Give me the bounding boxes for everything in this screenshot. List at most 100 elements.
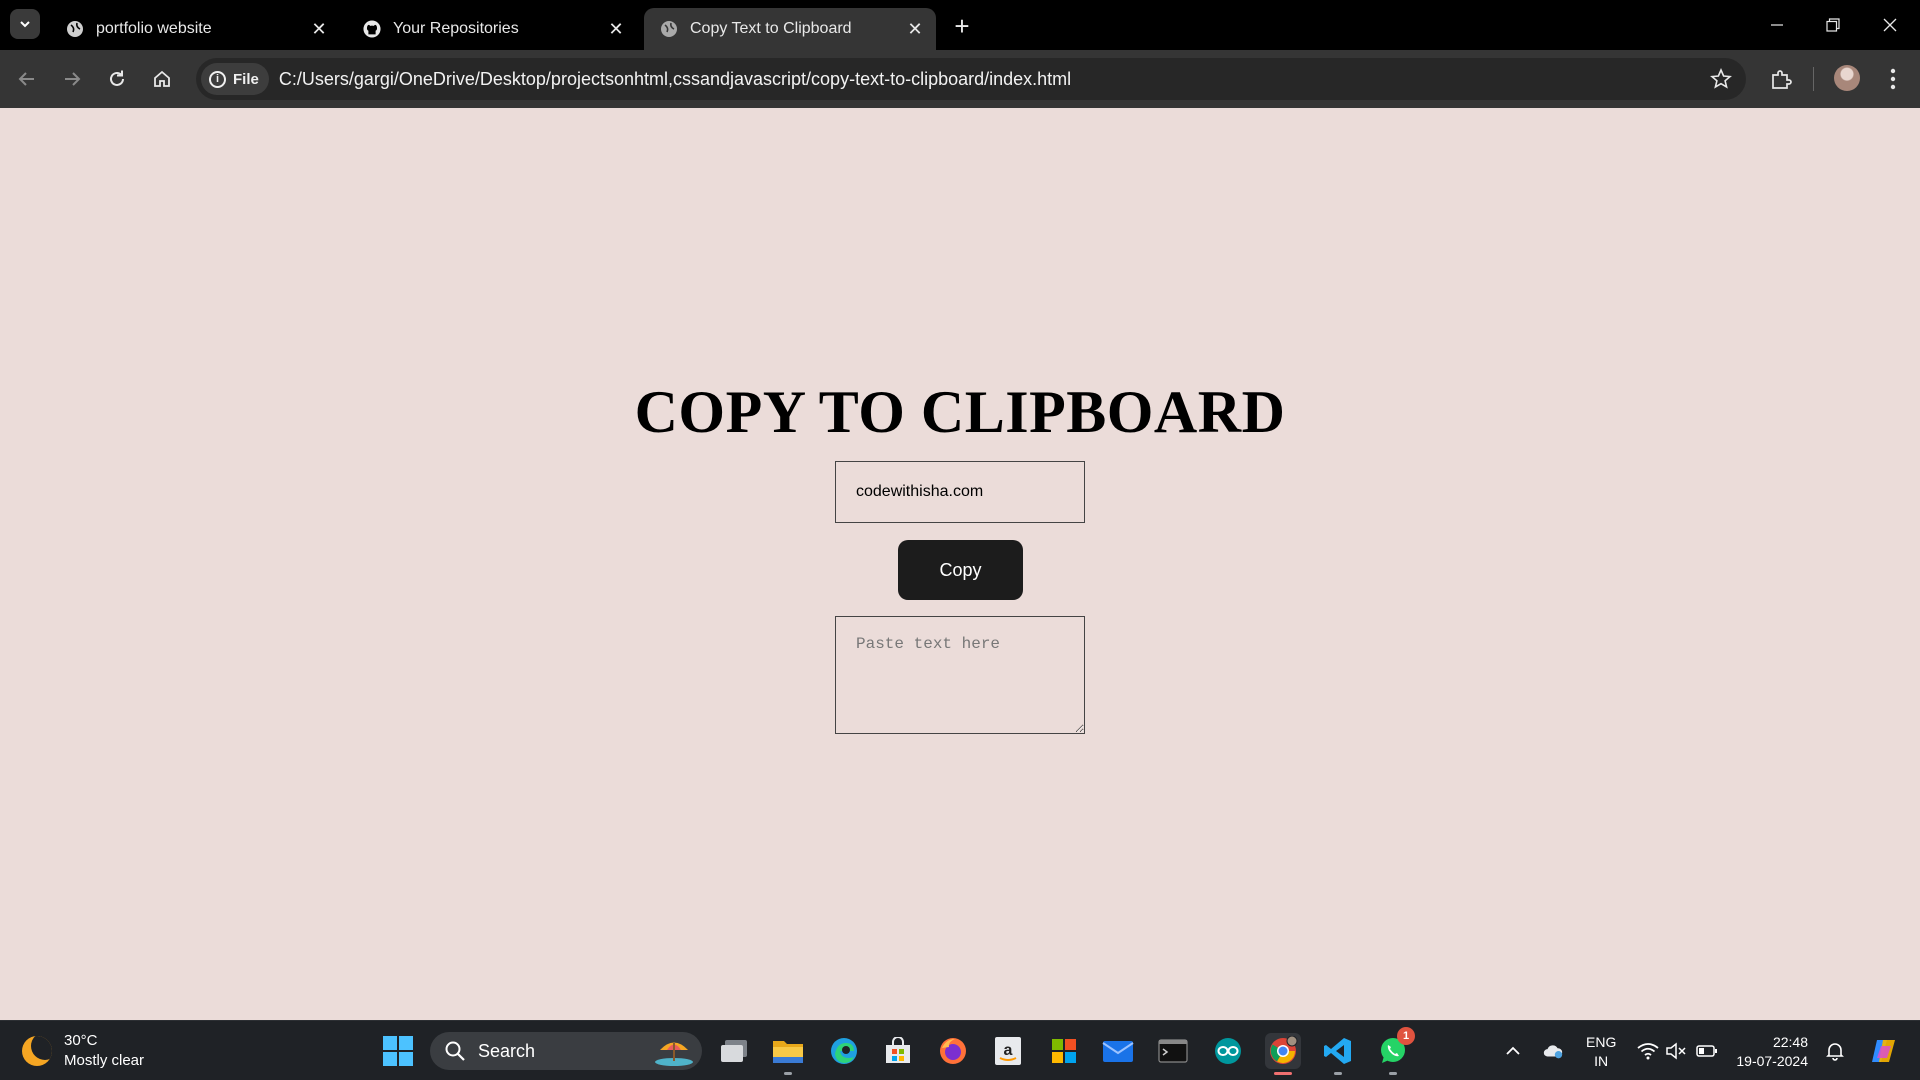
taskbar-terminal[interactable] <box>1155 1033 1191 1069</box>
search-label: Search <box>478 1040 536 1061</box>
minimize-icon <box>1771 24 1783 26</box>
moon-icon <box>22 1036 52 1066</box>
address-bar[interactable]: i File C:/Users/gargi/OneDrive/Desktop/p… <box>196 58 1746 100</box>
tab-your-repositories[interactable]: Your Repositories ✕ <box>347 8 637 50</box>
mail-icon <box>1102 1041 1134 1062</box>
copilot-icon <box>1872 1040 1895 1062</box>
taskbar-microsoft-store[interactable] <box>880 1033 916 1069</box>
running-indicator <box>1389 1072 1397 1075</box>
forward-button[interactable] <box>57 64 87 94</box>
taskbar-mail[interactable] <box>1100 1033 1136 1069</box>
arrow-left-icon <box>18 72 34 86</box>
colored-tiles-icon <box>1052 1039 1076 1063</box>
tab-strip: portfolio website ✕ Your Repositories ✕ … <box>0 0 1920 50</box>
vscode-icon <box>1324 1038 1351 1064</box>
language-indicator[interactable]: ENG IN <box>1586 1033 1616 1071</box>
restore-icon <box>1826 18 1840 32</box>
chevron-up-icon <box>1506 1046 1520 1055</box>
amazon-icon: a <box>995 1037 1021 1065</box>
store-icon <box>886 1037 910 1063</box>
toolbar-separator <box>1813 67 1814 91</box>
onedrive-tray-icon[interactable] <box>1542 1041 1564 1061</box>
volume-tray-icon[interactable] <box>1665 1041 1687 1061</box>
weather-temperature: 30°C <box>64 1032 98 1049</box>
tab-title: Your Repositories <box>393 20 519 37</box>
url-text[interactable]: C:/Users/gargi/OneDrive/Desktop/projects… <box>279 69 1071 90</box>
terminal-icon <box>1158 1039 1188 1063</box>
arrow-right-icon <box>65 72 81 86</box>
tab-title: Copy Text to Clipboard <box>690 20 852 37</box>
taskbar-search[interactable]: Search <box>430 1032 702 1070</box>
globe-icon <box>66 20 84 38</box>
copilot-tray-icon[interactable] <box>1868 1035 1900 1067</box>
tab-copy-text-to-clipboard[interactable]: Copy Text to Clipboard ✕ <box>644 8 936 50</box>
back-button[interactable] <box>12 64 42 94</box>
running-indicator <box>1334 1072 1342 1075</box>
clock-date: 19-07-2024 <box>1736 1053 1808 1069</box>
browser-toolbar: i File C:/Users/gargi/OneDrive/Desktop/p… <box>0 50 1920 108</box>
kebab-menu-icon <box>1890 68 1896 90</box>
browser-menu-button[interactable] <box>1878 64 1908 94</box>
taskbar-whatsapp[interactable]: 1 <box>1375 1027 1415 1075</box>
taskbar-task-view[interactable] <box>716 1033 752 1069</box>
svg-text:a: a <box>1004 1042 1013 1059</box>
task-view-icon <box>721 1040 747 1062</box>
page-viewport: COPY TO CLIPBOARD Copy <box>0 108 1920 1020</box>
firefox-icon <box>940 1038 966 1064</box>
minimize-button[interactable] <box>1754 8 1800 42</box>
chrome-icon <box>1270 1036 1298 1064</box>
restore-button[interactable] <box>1810 8 1856 42</box>
taskbar-vscode[interactable] <box>1320 1033 1356 1075</box>
weather-description: Mostly clear <box>64 1052 145 1069</box>
bell-icon <box>1826 1043 1844 1061</box>
taskbar-edge[interactable] <box>826 1033 862 1069</box>
close-tab-icon[interactable]: ✕ <box>308 18 330 40</box>
show-hidden-icons-button[interactable] <box>1502 1041 1524 1061</box>
notifications-tray-icon[interactable] <box>1824 1041 1846 1061</box>
running-indicator <box>784 1072 792 1075</box>
taskbar-firefox[interactable] <box>935 1033 971 1069</box>
taskbar-amazon[interactable]: a <box>990 1033 1026 1069</box>
home-button[interactable] <box>147 64 177 94</box>
copy-button[interactable]: Copy <box>898 540 1023 600</box>
taskbar-arduino[interactable] <box>1210 1033 1246 1069</box>
battery-tray-icon[interactable] <box>1696 1041 1718 1061</box>
close-tab-icon[interactable]: ✕ <box>904 18 926 40</box>
page-heading: COPY TO CLIPBOARD <box>634 379 1286 445</box>
wifi-tray-icon[interactable] <box>1637 1041 1659 1061</box>
taskbar-app-grid[interactable] <box>1046 1033 1082 1069</box>
plus-icon: + <box>954 10 970 41</box>
windows-taskbar: 30°C Mostly clear Search a 1 ENG IN 22:4… <box>0 1020 1920 1080</box>
chevron-down-icon <box>20 21 30 28</box>
tab-portfolio-website[interactable]: portfolio website ✕ <box>50 8 340 50</box>
puzzle-icon <box>1772 70 1792 89</box>
copy-text-input[interactable] <box>835 461 1085 523</box>
start-button[interactable] <box>383 1036 413 1066</box>
edge-icon <box>831 1038 857 1064</box>
close-window-button[interactable] <box>1867 8 1913 42</box>
extensions-button[interactable] <box>1766 64 1796 94</box>
volume-muted-icon <box>1666 1042 1686 1060</box>
reload-icon <box>110 70 124 86</box>
paste-textarea[interactable] <box>835 616 1085 734</box>
globe-icon <box>660 20 678 38</box>
taskbar-file-explorer[interactable] <box>770 1033 806 1075</box>
close-tab-icon[interactable]: ✕ <box>605 18 627 40</box>
github-icon <box>363 20 381 38</box>
site-info-chip[interactable]: i File <box>201 63 269 95</box>
windows-logo-tile <box>383 1052 397 1066</box>
arduino-icon <box>1215 1038 1241 1064</box>
weather-widget[interactable]: 30°C Mostly clear <box>22 1031 144 1071</box>
new-tab-button[interactable]: + <box>948 10 976 41</box>
profile-avatar[interactable] <box>1834 65 1860 91</box>
info-icon: i <box>209 70 226 88</box>
taskbar-chrome[interactable] <box>1265 1033 1301 1075</box>
taskbar-clock[interactable]: 22:48 19-07-2024 <box>1736 1033 1808 1071</box>
reload-button[interactable] <box>102 64 132 94</box>
tab-search-button[interactable] <box>10 9 40 39</box>
windows-logo-tile <box>399 1052 413 1066</box>
windows-logo-tile <box>383 1036 397 1050</box>
battery-icon <box>1696 1045 1717 1057</box>
bookmark-star-icon[interactable] <box>1710 68 1732 90</box>
language-code: ENG <box>1586 1034 1617 1050</box>
